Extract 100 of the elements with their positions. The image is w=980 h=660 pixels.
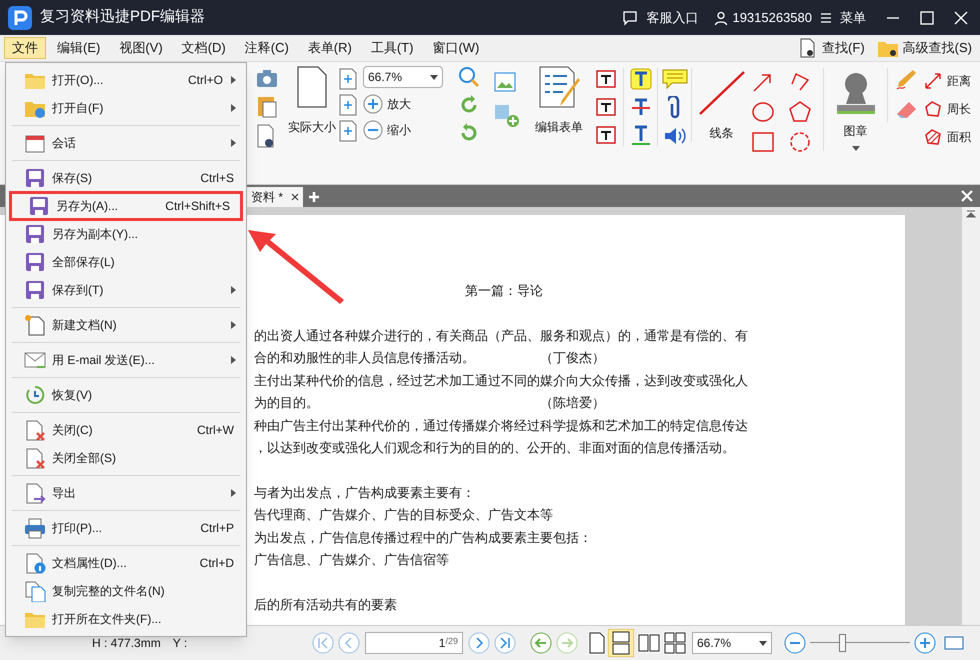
text-strikeout-icon [630,96,652,118]
document-cross-icon [24,419,46,441]
text-underline-icon [630,124,652,146]
menu-item[interactable]: 视图(V) [111,37,171,59]
submenu-arrow-icon [231,104,236,112]
window-title: 复习资料迅捷PDF编辑器 [40,7,205,28]
document-text-line: 主付出某种代价的信息，经过艺术加工通过不同的媒介向大众传播，达到改变或强化人 [254,372,748,390]
printer-icon [24,517,46,539]
zoom-out-button[interactable]: 缩小 [363,120,411,140]
facing-pages-icon[interactable] [638,633,660,653]
lines-label: 线条 [710,125,734,142]
fit-window-icon[interactable] [944,635,964,651]
close-all-tabs-icon[interactable] [961,190,973,202]
menu-item[interactable]: 关闭(C) Ctrl+W [6,416,246,444]
document-text-line: 为的目的。 [254,394,319,412]
magnifier-icon [458,66,480,88]
maximize-icon[interactable] [920,10,934,24]
menu-item[interactable]: 新建文档(N) [6,311,246,339]
document-cross-icon [24,447,46,469]
caret-icon [430,74,438,80]
chat-icon [622,10,638,26]
advanced-find-button[interactable]: 高级查找(S) [872,38,976,58]
menu-item[interactable]: 文档(D) [174,37,234,59]
document-text-line: 广告信息、广告媒介、广告信宿等 [254,551,449,569]
menu-item[interactable]: 保存(S) Ctrl+S [6,164,246,192]
menu-item[interactable]: 关闭全部(S) [6,444,246,472]
fit-page-icon [339,68,357,90]
edit-form-label: 编辑表单 [535,119,583,136]
submenu-arrow-icon [231,286,236,294]
document-text-line: 的出资人通过各种媒介进行的，有关商品（产品、服务和观点）的，通常是有偿的、有 [254,326,748,344]
menu-item[interactable]: 恢复(V) [6,381,246,409]
menu-item[interactable]: 文档属性(D)... Ctrl+D [6,549,246,577]
document-text-line: 与者为出发点，广告构成要素主要有： [254,484,475,502]
speaker-icon [662,126,686,146]
menu-item[interactable]: 文件 [4,37,46,59]
menu-item[interactable]: 复制完整的文件名(N) [6,577,246,605]
menu-item[interactable]: 另存为(A)... Ctrl+Shift+S [10,192,242,220]
menu-item[interactable]: 打印(P)... Ctrl+P [6,514,246,542]
single-page-icon[interactable] [588,632,606,654]
distance-button[interactable]: 距离 [923,70,971,92]
scrollbar[interactable] [962,207,980,625]
last-page-icon[interactable] [494,632,516,654]
submenu-arrow-icon [231,76,236,84]
submenu-arrow-icon [231,489,236,497]
zoom-in-button[interactable]: 放大 [363,94,411,114]
zoom-in-icon[interactable] [914,632,936,654]
menu-item[interactable]: 用 E-mail 发送(E)... [6,346,246,374]
find-button[interactable]: 查找(F) [794,38,869,58]
height-readout: H : 477.3mm [92,635,161,652]
minus-circle-icon [363,120,383,140]
zoom-out-icon[interactable] [784,632,806,654]
camera-icon [256,68,278,88]
copy-document-icon [24,580,46,602]
menu-link[interactable]: 菜单 [840,8,866,28]
submenu-arrow-icon [231,356,236,364]
zoom-combo[interactable]: 66.7% [363,66,443,88]
menu-item[interactable]: 另存为副本(Y)... [6,220,246,248]
next-page-icon[interactable] [468,632,490,654]
menu-item[interactable]: 保存到(T) [6,276,246,304]
menu-item[interactable]: 导出 [6,479,246,507]
slider-thumb[interactable] [839,634,846,652]
document-text-line: 种由广告主付出某种代价的，通过传播媒介将经过科学提炼和艺术加工的特定信息传达 [254,416,748,434]
area-button[interactable]: 面积 [923,126,971,148]
account-number[interactable]: 19315263580 [732,8,812,28]
add-tab-icon[interactable] [307,190,322,204]
app-logo-icon [8,6,32,30]
document-text-line: 后的所有活动共有的要素 [254,596,397,614]
polygon-icon [923,99,943,119]
fit-width-icon [339,94,357,116]
document-text-line: ，以达到改变或强化人们观念和行为的目的的、公开的、非面对面的信息传播活动。 [254,439,735,457]
close-icon[interactable] [291,193,300,201]
back-icon[interactable] [530,632,552,654]
support-link[interactable]: 客服入口 [646,8,698,28]
menu-item[interactable]: 注释(C) [236,37,297,59]
menu-item[interactable]: 打开所在文件夹(F)... [6,605,246,633]
menu-item[interactable]: 工具(T) [362,37,422,59]
document-tab[interactable]: 资料 * [247,187,304,207]
plus-circle-icon [363,94,383,114]
text-insert-icon [595,124,617,146]
continuous-page-icon[interactable] [608,629,634,657]
text-field-icon [595,68,617,90]
actual-size-label: 实际大小 [288,119,336,136]
zoom-slider[interactable] [810,633,910,653]
continuous-facing-icon[interactable] [664,632,686,654]
double-arrow-icon [923,71,943,91]
actual-size-icon [296,66,328,108]
menu-item[interactable]: 打开(O)... Ctrl+O [6,66,246,94]
perimeter-button[interactable]: 周长 [923,98,971,120]
clock-arrow-icon [24,384,46,406]
menu-item[interactable]: 表单(R) [300,37,360,59]
zoom-combo[interactable]: 66.7% [692,632,772,654]
menu-item[interactable]: 打开自(F) [6,94,246,122]
menu-item[interactable]: 全部保存(L) [6,248,246,276]
collapse-icon[interactable] [966,209,976,219]
menu-icon [820,12,832,24]
menu-item[interactable]: 窗口(W) [424,37,488,59]
hatched-polygon-icon [923,127,943,147]
speech-bubble-icon [662,68,688,90]
menu-item[interactable]: 编辑(E) [49,37,108,59]
menu-item[interactable]: 会话 [6,129,246,157]
